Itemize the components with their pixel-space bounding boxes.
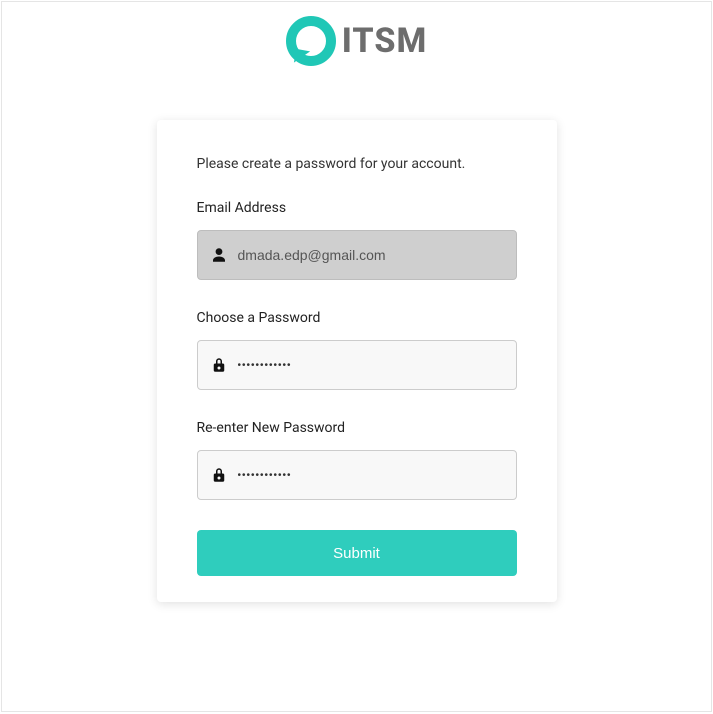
brand-icon (286, 16, 336, 66)
brand-logo: ITSM (2, 2, 711, 72)
email-field-group: Email Address (197, 200, 517, 280)
password-input-wrap[interactable] (197, 340, 517, 390)
lock-icon (210, 466, 228, 484)
email-input-wrap (197, 230, 517, 280)
create-password-card: Please create a password for your accoun… (157, 120, 557, 602)
email-label: Email Address (197, 200, 517, 216)
lock-icon (210, 356, 228, 374)
confirm-field-group: Re-enter New Password (197, 420, 517, 500)
user-icon (210, 246, 228, 264)
password-label: Choose a Password (197, 310, 517, 326)
submit-button[interactable]: Submit (197, 530, 517, 576)
page-container: ITSM Please create a password for your a… (1, 1, 712, 712)
brand-name: ITSM (342, 21, 428, 61)
password-field-group: Choose a Password (197, 310, 517, 390)
confirm-input-wrap[interactable] (197, 450, 517, 500)
instruction-text: Please create a password for your accoun… (197, 156, 517, 172)
email-input (238, 231, 504, 279)
confirm-label: Re-enter New Password (197, 420, 517, 436)
confirm-input[interactable] (238, 451, 504, 499)
password-input[interactable] (238, 341, 504, 389)
